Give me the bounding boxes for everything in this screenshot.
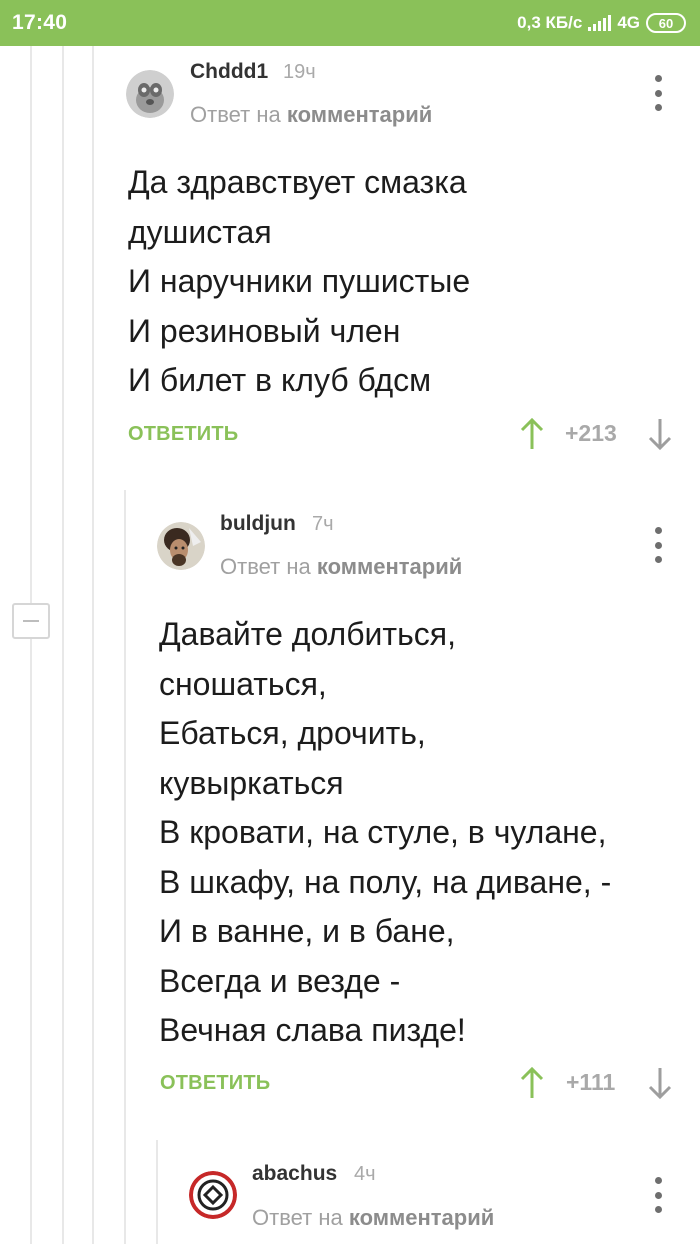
reply-target: комментарий xyxy=(348,1205,495,1230)
upvote-icon[interactable] xyxy=(518,416,546,452)
reply-to-label[interactable]: Ответ на комментарий xyxy=(190,102,432,128)
reply-prefix: Ответ на xyxy=(252,1205,343,1230)
thread-line xyxy=(156,1140,158,1244)
rating: +213 xyxy=(565,420,617,446)
reply-target: комментарий xyxy=(286,102,433,127)
username[interactable]: abachus xyxy=(252,1162,337,1186)
rating: +111 xyxy=(566,1069,616,1095)
comment-line: Да здравствует смазка xyxy=(128,164,467,200)
reply-prefix: Ответ на xyxy=(220,554,311,579)
comment-time: 7ч xyxy=(312,513,334,535)
reply-button[interactable]: ОТВЕТИТЬ xyxy=(128,423,238,446)
thread-line xyxy=(124,490,126,1244)
more-options-icon[interactable] xyxy=(648,75,668,111)
battery-icon: 60 xyxy=(646,13,686,33)
username[interactable]: buldjun xyxy=(220,512,296,536)
reply-to-label[interactable]: Ответ на комментарий xyxy=(252,1205,494,1231)
comment-line: кувыркаться xyxy=(159,764,344,801)
more-options-icon[interactable] xyxy=(648,1177,668,1213)
comment-line: Всегда и везде - xyxy=(159,962,401,999)
comment-text: Да здравствует смазка душистая И наручни… xyxy=(128,158,470,406)
battery-level: 60 xyxy=(658,15,674,31)
reply-to-label[interactable]: Ответ на комментарий xyxy=(220,554,462,580)
comment-time: 19ч xyxy=(283,61,316,83)
thread-line xyxy=(92,46,94,1244)
upvote-icon[interactable] xyxy=(518,1065,546,1101)
downvote-icon[interactable] xyxy=(646,1065,674,1101)
thread-line xyxy=(30,46,32,1244)
avatar[interactable] xyxy=(157,522,205,570)
comment-line: В кровати, на стуле, в чулане, xyxy=(159,814,607,850)
comment-line: Вечная слава пизде! xyxy=(159,1012,466,1048)
status-bar: 17:40 0,3 КБ/с 4G 60 xyxy=(0,0,700,46)
reply-target: комментарий xyxy=(316,554,463,579)
comment-line: Ебаться, дрочить, xyxy=(159,715,426,751)
more-options-icon[interactable] xyxy=(648,527,668,563)
network-speed: 0,3 КБ/с xyxy=(517,13,583,32)
collapse-thread-button[interactable] xyxy=(12,603,50,639)
network-type: 4G xyxy=(617,13,640,32)
comment-time: 4ч xyxy=(354,1163,376,1185)
comment-line: В шкафу, на полу, на диване, - xyxy=(159,863,612,900)
avatar[interactable] xyxy=(126,70,174,118)
status-indicators: 0,3 КБ/с 4G 60 xyxy=(517,13,686,33)
minus-icon xyxy=(23,620,39,622)
thread-line xyxy=(62,46,64,1244)
comment-line: Давайте долбиться, xyxy=(159,616,456,652)
downvote-icon[interactable] xyxy=(646,416,674,452)
avatar[interactable] xyxy=(189,1171,237,1219)
status-time: 17:40 xyxy=(12,11,68,34)
comment-line: И билет в клуб бдсм xyxy=(128,362,432,398)
comment-line: душистая xyxy=(128,213,272,250)
comment-line: И наручники пушистые xyxy=(128,263,471,299)
comment-text: Давайте долбиться, сношаться, Ебаться, д… xyxy=(159,610,611,1056)
comment-line: И в ванне, и в бане, xyxy=(159,913,455,949)
signal-icon xyxy=(588,15,612,31)
reply-prefix: Ответ на xyxy=(190,102,281,127)
comment-line: И резиновый член xyxy=(128,312,401,349)
comment-line: сношаться, xyxy=(159,665,327,702)
username[interactable]: Chddd1 xyxy=(190,60,268,84)
reply-button[interactable]: ОТВЕТИТЬ xyxy=(160,1072,270,1095)
